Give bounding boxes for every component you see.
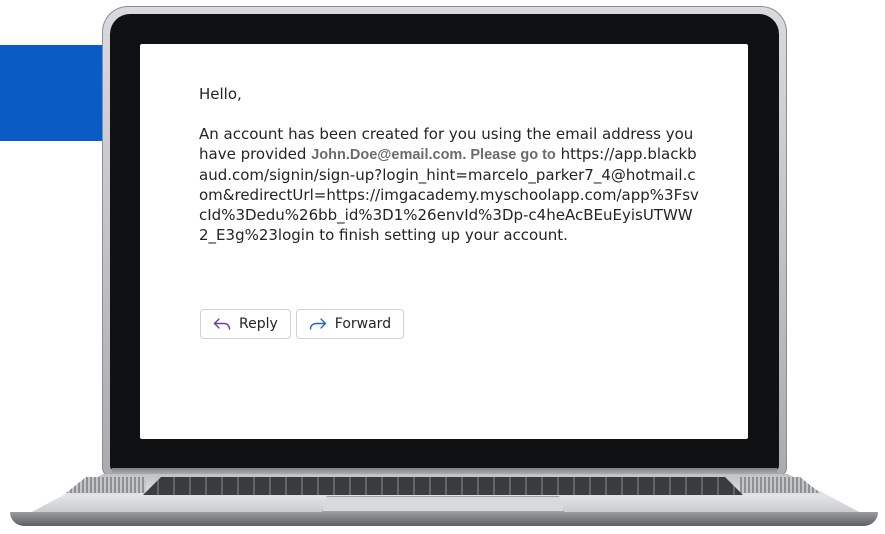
forward-arrow-icon: [309, 317, 327, 331]
email-message-pane: Hello, An account has been created for y…: [140, 44, 748, 439]
forward-label: Forward: [334, 316, 392, 332]
laptop-trackpad: [322, 496, 564, 512]
left-speaker-grille: [66, 477, 146, 493]
email-body-paragraph: An account has been created for you usin…: [199, 124, 699, 245]
reply-button[interactable]: Reply: [200, 309, 291, 339]
email-body: Hello, An account has been created for y…: [199, 84, 699, 245]
email-greeting: Hello,: [199, 85, 242, 103]
message-actions: Reply Forward: [200, 309, 405, 339]
blue-banner-block: [0, 45, 112, 141]
laptop-keyboard: [143, 477, 743, 495]
reply-arrow-icon: [213, 317, 231, 331]
laptop-front-edge: [10, 512, 878, 526]
right-speaker-grille: [740, 477, 820, 493]
reply-label: Reply: [239, 316, 278, 332]
provided-email-address: John.Doe@email.com. Please go to: [311, 147, 556, 163]
forward-button[interactable]: Forward: [295, 309, 405, 339]
